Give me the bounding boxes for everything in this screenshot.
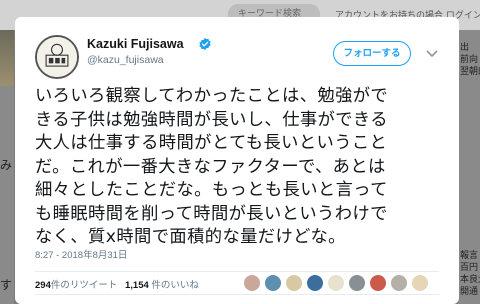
like-count-label: 件のいいね [148,280,199,291]
retweet-count-value: 294 [35,280,51,291]
tweet-header: Kazuki Fujisawa @kazu_fujisawa フォローする [15,17,459,79]
liker-avatar-3[interactable] [285,274,303,292]
author-avatar[interactable] [35,35,79,79]
liker-avatar-6[interactable] [348,274,366,292]
chevron-down-icon[interactable] [425,47,439,61]
liker-avatar-5[interactable] [327,274,345,292]
background-thumbnail [0,30,14,86]
tweet-stats: 294件のリツイート 1,154 件のいいね [35,271,439,295]
liker-avatar-9[interactable] [411,274,429,292]
retweet-count-label: 件のリツイート [50,280,118,291]
background-left-column: み す [0,30,14,304]
tweet-timestamp[interactable]: 8:27 - 2018年8月31日 [35,247,127,261]
author-avatar-image [37,37,77,77]
tweet-modal: Kazuki Fujisawa @kazu_fujisawa フォローする いろ… [15,17,459,304]
background-fragment: み [0,158,13,172]
liker-avatar-7[interactable] [369,274,387,292]
background-right-column: 出 前向 翌朝的 報言 百円 本良大 開通 [458,30,480,304]
verified-badge-icon [199,37,211,51]
liker-avatar-8[interactable] [390,274,408,292]
liker-avatar-2[interactable] [264,274,282,292]
tweet-text: いろいろ観察してわかったことは、勉強がで きる子供は勉強時間が長いし、仕事ができ… [35,86,389,247]
like-count[interactable]: 1,154 件のいいね [125,277,199,291]
liker-avatar-4[interactable] [306,274,324,292]
background-fragment: 翌朝的 [460,67,480,77]
follow-button[interactable]: フォローする [333,41,411,66]
background-fragment: す [0,278,13,292]
liker-avatar-1[interactable] [243,274,261,292]
author-handle[interactable]: @kazu_fujisawa [87,54,164,66]
background-fragment: 開通 [460,287,479,297]
like-count-value: 1,154 [125,280,149,291]
retweet-count[interactable]: 294件のリツイート [35,277,117,291]
author-name[interactable]: Kazuki Fujisawa [87,37,184,51]
